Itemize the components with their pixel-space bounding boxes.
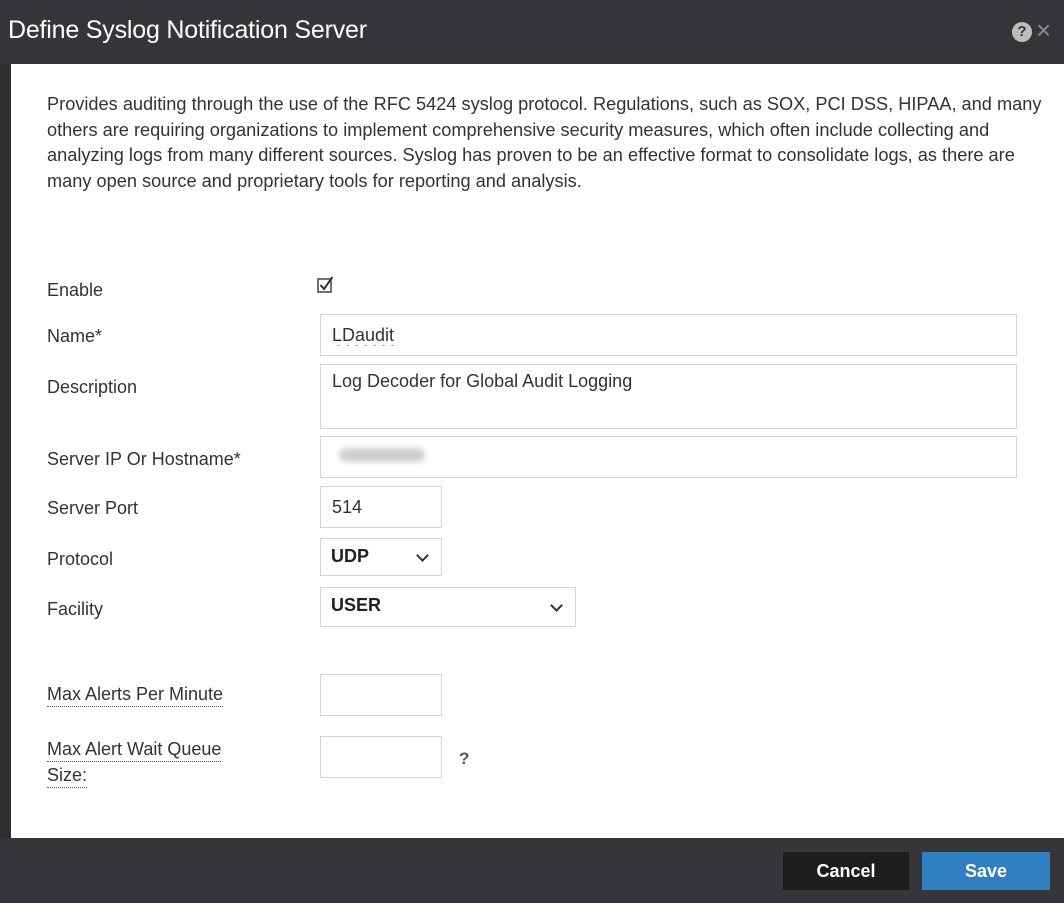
cancel-button[interactable]: Cancel — [783, 852, 909, 890]
dialog-footer: Cancel Save — [0, 838, 1064, 903]
description-label: Description — [47, 377, 138, 397]
port-input[interactable] — [320, 486, 442, 528]
protocol-label: Protocol — [47, 549, 114, 569]
intro-text: Provides auditing through the use of the… — [47, 94, 1042, 191]
server-label: Server IP Or Hostname* — [47, 449, 241, 469]
chevron-down-icon — [550, 599, 563, 612]
max-queue-label: Max Alert Wait Queue Size: — [47, 736, 222, 788]
description-input[interactable]: Log Decoder for Global Audit Logging — [320, 364, 1017, 429]
question-icon[interactable]: ? — [459, 749, 469, 769]
facility-value: USER — [331, 595, 382, 615]
max-alerts-input[interactable] — [320, 674, 442, 716]
dialog-title-bar: Define Syslog Notification Server ? × — [0, 0, 1064, 64]
protocol-value: UDP — [331, 546, 370, 566]
name-input[interactable] — [320, 314, 1017, 356]
enable-checkbox[interactable] — [317, 276, 334, 293]
dialog-body: Provides auditing through the use of the… — [11, 64, 1064, 838]
max-alerts-label: Max Alerts Per Minute — [47, 684, 224, 707]
chevron-down-icon — [416, 549, 429, 562]
port-label: Server Port — [47, 498, 139, 518]
server-input[interactable] — [320, 436, 1017, 478]
save-button[interactable]: Save — [922, 852, 1050, 890]
help-icon[interactable]: ? — [1012, 22, 1032, 42]
facility-select[interactable]: USER — [320, 587, 576, 627]
close-icon[interactable]: × — [1036, 16, 1051, 44]
protocol-select[interactable]: UDP — [320, 538, 442, 576]
enable-label: Enable — [47, 280, 104, 300]
dialog-title: Define Syslog Notification Server — [8, 16, 367, 44]
server-value-redacted — [339, 448, 425, 462]
max-queue-input[interactable] — [320, 736, 442, 778]
name-label: Name* — [47, 326, 103, 346]
facility-label: Facility — [47, 599, 104, 619]
